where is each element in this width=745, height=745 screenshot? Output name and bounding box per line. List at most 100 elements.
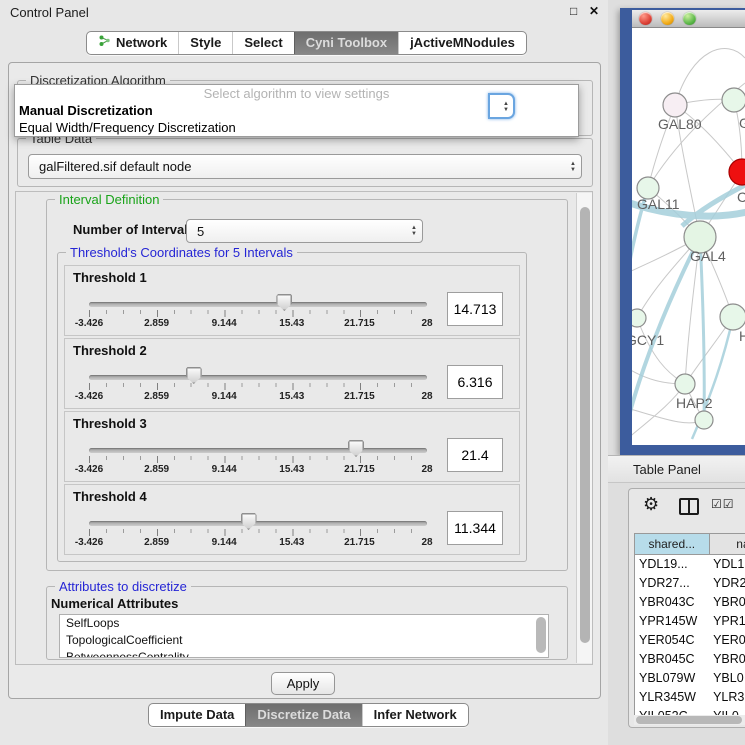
node-hap2[interactable] bbox=[675, 374, 695, 394]
slider-track[interactable] bbox=[89, 375, 427, 380]
spinner-down-icon: ▼ bbox=[503, 107, 509, 113]
minimize-traffic-light[interactable] bbox=[661, 12, 674, 25]
tab-jactivemnodules[interactable]: jActiveMNodules bbox=[398, 32, 526, 54]
threshold-panel-1: Threshold 1 -3.426 2.859 9.144 15.43 21.… bbox=[64, 265, 520, 336]
tab-infer-network[interactable]: Infer Network bbox=[362, 704, 468, 726]
tick-label: -3.426 bbox=[75, 464, 103, 475]
tick-label: 28 bbox=[421, 464, 432, 475]
slider-thumb[interactable] bbox=[348, 440, 364, 457]
tab-cyni-toolbox[interactable]: Cyni Toolbox bbox=[294, 32, 398, 54]
node-bottom[interactable] bbox=[695, 411, 713, 429]
tab-style[interactable]: Style bbox=[178, 32, 232, 54]
threshold-label: Threshold 3 bbox=[73, 416, 147, 431]
tick-label: 15.43 bbox=[279, 391, 304, 402]
list-item[interactable]: TopologicalCoefficient bbox=[60, 632, 548, 649]
node-label: GAL80 bbox=[658, 116, 702, 132]
tick-label: 15.43 bbox=[279, 318, 304, 329]
slider-track[interactable] bbox=[89, 302, 427, 307]
tick-label: 21.715 bbox=[344, 537, 375, 548]
number-of-intervals-combobox[interactable]: 5 ▲▼ bbox=[186, 219, 423, 243]
table-row[interactable]: YPR145WYPR1 bbox=[635, 612, 745, 631]
threshold-value-field[interactable]: 11.344 bbox=[447, 511, 503, 545]
tick-label: 2.859 bbox=[144, 464, 169, 475]
node-label: HAP2 bbox=[676, 395, 713, 411]
tick-label: 15.43 bbox=[279, 464, 304, 475]
threshold-label: Threshold 2 bbox=[73, 343, 147, 358]
scrollbar-thumb[interactable] bbox=[580, 207, 590, 643]
tick-label: 15.43 bbox=[279, 537, 304, 548]
control-panel-tabs: Network Style Select Cyni Toolbox jActiv… bbox=[86, 31, 527, 55]
slider-major-ticks bbox=[89, 529, 428, 536]
algorithm-combo-focus-fragment[interactable]: ▲ ▼ bbox=[488, 93, 515, 119]
apply-button[interactable]: Apply bbox=[271, 672, 335, 695]
node-right[interactable] bbox=[720, 304, 745, 330]
cyni-toolbox-panel: Discretization Algorithm Select algorith… bbox=[8, 62, 601, 699]
tick-label: 28 bbox=[421, 537, 432, 548]
slider-track[interactable] bbox=[89, 521, 427, 526]
tick-label: 28 bbox=[421, 318, 432, 329]
column-header-name[interactable]: name bbox=[710, 534, 745, 554]
tick-label: -3.426 bbox=[75, 318, 103, 329]
list-item[interactable]: BetweennessCentrality bbox=[60, 649, 548, 658]
table-row[interactable]: YLR345WYLR3 bbox=[635, 688, 745, 707]
node-label: GCY1 bbox=[632, 332, 664, 348]
horizontal-scrollbar[interactable] bbox=[634, 715, 745, 725]
spinner-down-icon: ▼ bbox=[570, 167, 576, 173]
list-scrollbar-thumb[interactable] bbox=[536, 617, 546, 653]
list-item[interactable]: SelfLoops bbox=[60, 615, 548, 632]
slider-thumb[interactable] bbox=[241, 513, 257, 530]
tick-label: 21.715 bbox=[344, 391, 375, 402]
number-of-intervals-label: Number of Intervals bbox=[73, 222, 195, 237]
interval-definition-group: Interval Definition Number of Intervals … bbox=[46, 199, 568, 571]
tab-network[interactable]: Network bbox=[87, 32, 178, 54]
table-row[interactable]: YBL079WYBL0 bbox=[635, 669, 745, 688]
tick-label: 28 bbox=[421, 391, 432, 402]
cyni-bottom-tabs: Impute Data Discretize Data Infer Networ… bbox=[148, 703, 469, 727]
slider-thumb[interactable] bbox=[186, 367, 202, 384]
gear-icon[interactable]: ⚙ bbox=[643, 494, 659, 515]
table-row[interactable]: YDR27...YDR2 bbox=[635, 574, 745, 593]
slider-track[interactable] bbox=[89, 448, 427, 453]
slider-major-ticks bbox=[89, 456, 428, 463]
vertical-scrollbar[interactable] bbox=[576, 193, 592, 663]
node-red-selected[interactable] bbox=[729, 159, 745, 185]
close-icon[interactable]: ✕ bbox=[589, 4, 599, 18]
scrollbar-thumb[interactable] bbox=[636, 716, 742, 724]
table-row[interactable]: YER054CYER0 bbox=[635, 631, 745, 650]
table-header-row: shared... name bbox=[634, 533, 745, 555]
close-traffic-light[interactable] bbox=[639, 12, 652, 25]
control-panel: Control Panel □ ✕ Network Style Select C… bbox=[0, 0, 608, 745]
tick-label: 9.144 bbox=[212, 464, 237, 475]
tick-label: 2.859 bbox=[144, 537, 169, 548]
split-view-icon[interactable] bbox=[679, 498, 699, 515]
select-columns-icons[interactable]: ☑☑ bbox=[711, 497, 735, 511]
node-gcy1[interactable] bbox=[632, 309, 646, 327]
network-canvas[interactable]: GAL80 GAL11 GAL4 GCY1 HAP2 G C H bbox=[632, 28, 745, 445]
threshold-value-field[interactable]: 14.713 bbox=[447, 292, 503, 326]
dropdown-item-equal-width[interactable]: Equal Width/Frequency Discretization bbox=[15, 119, 578, 136]
network-icon bbox=[98, 32, 111, 54]
column-header-shared-name[interactable]: shared... bbox=[635, 534, 710, 554]
table-data-group: Table Data galFiltered.sif default node … bbox=[17, 138, 593, 187]
node-top-right[interactable] bbox=[722, 88, 745, 112]
threshold-value-field[interactable]: 6.316 bbox=[447, 365, 503, 399]
tick-label: -3.426 bbox=[75, 391, 103, 402]
slider-thumb[interactable] bbox=[276, 294, 292, 311]
table-data-combobox[interactable]: galFiltered.sif default node ▲▼ bbox=[28, 154, 582, 179]
table-row[interactable]: YBR045CYBR0 bbox=[635, 650, 745, 669]
tab-impute-data[interactable]: Impute Data bbox=[149, 704, 245, 726]
node-gal80[interactable] bbox=[663, 93, 687, 117]
tab-select[interactable]: Select bbox=[232, 32, 293, 54]
float-window-icon[interactable]: □ bbox=[570, 4, 577, 18]
tab-discretize-data[interactable]: Discretize Data bbox=[245, 704, 361, 726]
table-row[interactable]: YDL19...YDL1 bbox=[635, 555, 745, 574]
table-panel-title: Table Panel bbox=[633, 462, 701, 477]
node-label: H bbox=[739, 328, 745, 344]
numerical-attributes-list: SelfLoops TopologicalCoefficient Between… bbox=[59, 614, 549, 658]
threshold-label: Threshold 4 bbox=[73, 489, 147, 504]
network-window-titlebar[interactable] bbox=[632, 10, 745, 28]
table-row[interactable]: YBR043CYBR0 bbox=[635, 593, 745, 612]
threshold-value-field[interactable]: 21.4 bbox=[447, 438, 503, 472]
zoom-traffic-light[interactable] bbox=[683, 12, 696, 25]
network-view-window: GAL80 GAL11 GAL4 GCY1 HAP2 G C H bbox=[620, 8, 745, 455]
